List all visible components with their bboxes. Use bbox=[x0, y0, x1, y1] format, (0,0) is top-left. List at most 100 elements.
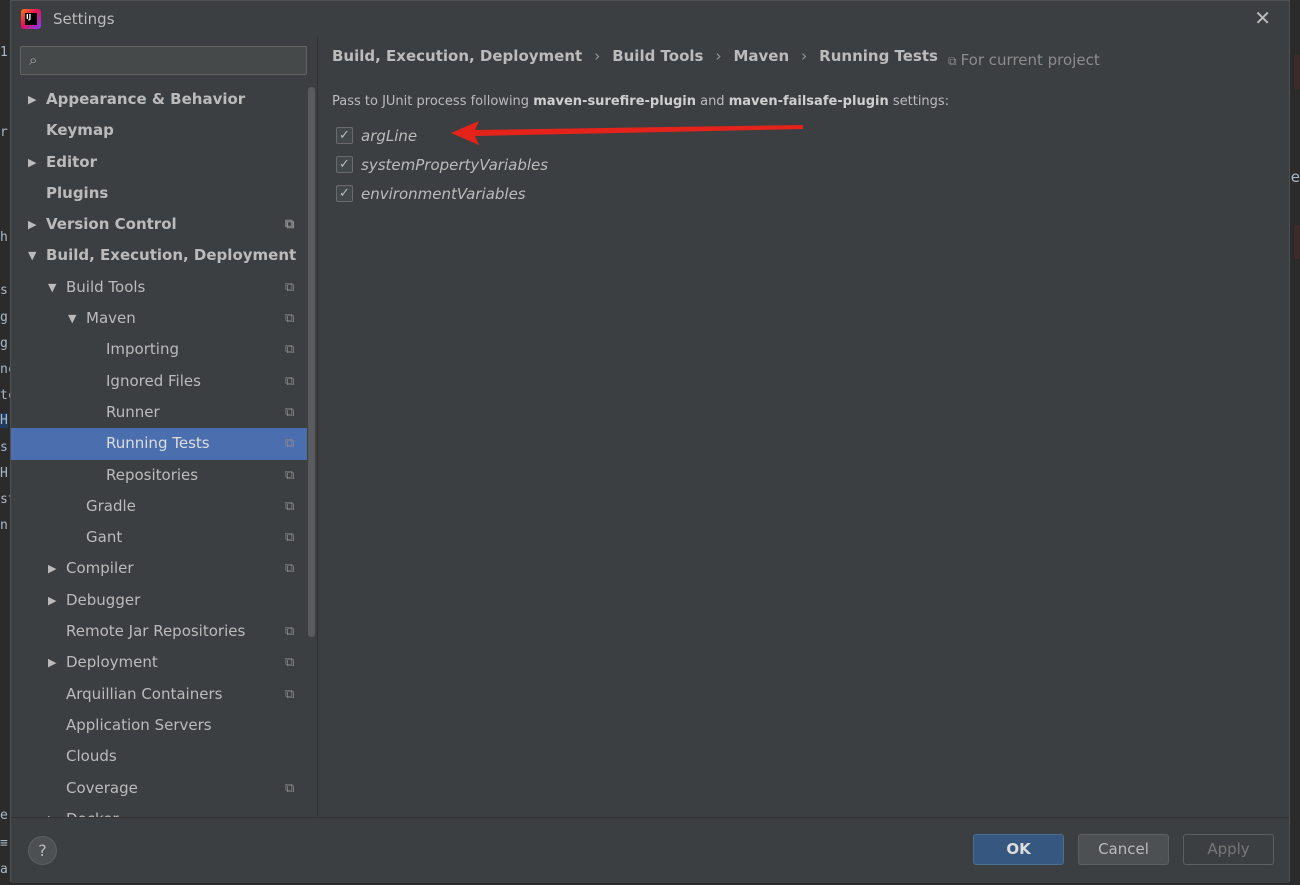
sidebar-item-editor[interactable]: ▶ Editor bbox=[11, 147, 307, 178]
bg-fragment: H bbox=[0, 413, 8, 428]
sidebar-item-label: Application Servers bbox=[66, 715, 212, 734]
project-scope-icon: ⧉ bbox=[285, 436, 295, 452]
expand-down-arrow-icon[interactable]: ▼ bbox=[28, 240, 36, 271]
breadcrumb-separator-icon: › bbox=[801, 47, 808, 65]
sidebar-item-label: Runner bbox=[106, 402, 160, 421]
background-ide-right: e bbox=[1290, 0, 1300, 885]
bg-fragment: 1 bbox=[0, 45, 8, 60]
sidebar-item-label: Running Tests bbox=[106, 434, 210, 453]
search-box[interactable]: ⌕ bbox=[20, 46, 307, 75]
sidebar-item-label: Debugger bbox=[66, 590, 141, 609]
sidebar-scrollbar-thumb[interactable] bbox=[308, 87, 315, 637]
expand-right-arrow-icon[interactable]: ▶ bbox=[48, 585, 56, 616]
bg-fragment: e bbox=[0, 808, 8, 823]
bg-fragment: h bbox=[0, 230, 8, 245]
sidebar-item-keymap[interactable]: Keymap bbox=[11, 115, 307, 146]
sidebar-item-gant[interactable]: Gant ⧉ bbox=[11, 522, 307, 553]
sidebar-item-label: Clouds bbox=[66, 747, 117, 766]
settings-sidebar: ⌕ ▶ Appearance & Behavior Keymap ▶ Editor Plu… bbox=[11, 37, 317, 817]
project-scope-icon: ⧉ bbox=[285, 467, 295, 483]
project-scope-icon: ⧉ bbox=[285, 404, 295, 420]
sidebar-item-ignored-files[interactable]: Ignored Files ⧉ bbox=[11, 366, 307, 397]
sidebar-item-label: Build, Execution, Deployment bbox=[46, 246, 297, 265]
project-scope-icon: ⧉ bbox=[285, 780, 295, 796]
sidebar-item-clouds[interactable]: Clouds bbox=[11, 741, 307, 772]
cancel-button[interactable]: Cancel bbox=[1078, 834, 1169, 865]
sidebar-item-build-execution-deployment[interactable]: ▼ Build, Execution, Deployment bbox=[11, 240, 307, 271]
expand-right-arrow-icon[interactable]: ▶ bbox=[28, 84, 36, 115]
sidebar-item-label: Compiler bbox=[66, 559, 134, 578]
sidebar-item-importing[interactable]: Importing ⧉ bbox=[11, 334, 307, 365]
breadcrumb-item[interactable]: Maven bbox=[733, 47, 789, 65]
project-scope-icon: ⧉ bbox=[285, 686, 295, 702]
bg-fragment: a bbox=[0, 862, 8, 877]
breadcrumb: Build, Execution, Deployment › Build Tools… bbox=[332, 47, 938, 65]
sidebar-item-label: Plugins bbox=[46, 183, 109, 202]
system-property-variables-checkbox[interactable] bbox=[336, 154, 353, 176]
close-button[interactable]: ✕ bbox=[1254, 7, 1271, 29]
expand-right-arrow-icon[interactable]: ▶ bbox=[28, 147, 36, 178]
system-property-variables-label: systemPropertyVariables bbox=[361, 155, 549, 174]
search-icon: ⌕ bbox=[29, 51, 38, 69]
sidebar-item-label: Repositories bbox=[106, 465, 199, 484]
sidebar-item-version-control[interactable]: ▶ Version Control ⧉ bbox=[11, 209, 307, 240]
expand-right-arrow-icon[interactable]: ▶ bbox=[48, 804, 56, 817]
search-input[interactable] bbox=[51, 50, 301, 71]
annotation-arrow-icon bbox=[451, 121, 803, 145]
sidebar-item-running-tests[interactable]: Running Tests ⧉ bbox=[11, 428, 307, 460]
expand-right-arrow-icon[interactable]: ▶ bbox=[48, 647, 56, 678]
description-text: Pass to JUnit process following maven-su… bbox=[332, 94, 950, 109]
project-scope-icon: ⧉ bbox=[285, 498, 295, 514]
environment-variables-checkbox[interactable] bbox=[336, 183, 353, 205]
sidebar-item-compiler[interactable]: ▶ Compiler ⧉ bbox=[11, 553, 307, 584]
argline-checkbox[interactable] bbox=[336, 125, 353, 147]
sidebar-item-label: Deployment bbox=[66, 653, 158, 672]
bg-fragment: g bbox=[0, 336, 8, 351]
sidebar-item-remote-jar-repositories[interactable]: Remote Jar Repositories ⧉ bbox=[11, 616, 307, 647]
sidebar-item-arquillian-containers[interactable]: Arquillian Containers ⧉ bbox=[11, 679, 307, 710]
sidebar-item-gradle[interactable]: Gradle ⧉ bbox=[11, 491, 307, 522]
option-environment-variables[interactable]: environmentVariables bbox=[336, 182, 526, 205]
sidebar-item-label: Appearance & Behavior bbox=[46, 90, 246, 108]
breadcrumb-item[interactable]: Build Tools bbox=[612, 47, 703, 65]
bg-fragment: e bbox=[1290, 168, 1300, 186]
option-argline[interactable]: argLine bbox=[336, 124, 418, 147]
title-bar: IJ Settings ✕ bbox=[11, 1, 1289, 37]
project-scope-icon: ⧉ bbox=[285, 373, 295, 389]
project-scope-icon: ⧉ bbox=[285, 561, 295, 577]
bg-fragment: s bbox=[0, 440, 8, 455]
sidebar-item-appearance-behavior[interactable]: ▶ Appearance & Behavior bbox=[11, 84, 307, 115]
bg-fragment: s bbox=[0, 283, 8, 298]
sidebar-item-deployment[interactable]: ▶ Deployment ⧉ bbox=[11, 647, 307, 678]
expand-right-arrow-icon[interactable]: ▶ bbox=[48, 553, 56, 584]
project-scope-icon: ⧉ bbox=[285, 311, 295, 327]
sidebar-item-debugger[interactable]: ▶ Debugger bbox=[11, 585, 307, 616]
breadcrumb-item[interactable]: Build, Execution, Deployment bbox=[332, 47, 582, 65]
sidebar-item-label: Editor bbox=[46, 152, 97, 171]
argline-label: argLine bbox=[361, 126, 418, 145]
sidebar-item-label: Ignored Files bbox=[106, 371, 201, 390]
sidebar-item-label: Keymap bbox=[46, 121, 114, 140]
expand-down-arrow-icon[interactable]: ▼ bbox=[68, 303, 76, 334]
settings-tree: ▶ Appearance & Behavior Keymap ▶ Editor Plugi… bbox=[11, 84, 307, 817]
bg-fragment: n bbox=[0, 518, 8, 533]
option-system-property-variables[interactable]: systemPropertyVariables bbox=[336, 153, 549, 176]
breadcrumb-item[interactable]: Running Tests bbox=[819, 47, 938, 65]
sidebar-item-docker[interactable]: ▶ Docker bbox=[11, 804, 307, 817]
help-button[interactable]: ? bbox=[28, 836, 57, 865]
project-scope-icon: ⧉ bbox=[948, 54, 957, 68]
ok-button[interactable]: OK bbox=[973, 834, 1064, 865]
apply-button[interactable]: Apply bbox=[1183, 834, 1274, 865]
sidebar-item-plugins[interactable]: Plugins bbox=[11, 178, 307, 209]
sidebar-item-repositories[interactable]: Repositories ⧉ bbox=[11, 460, 307, 491]
sidebar-item-maven[interactable]: ▼ Maven ⧉ bbox=[11, 303, 307, 334]
intellij-app-icon: IJ bbox=[21, 9, 41, 29]
expand-down-arrow-icon[interactable]: ▼ bbox=[48, 272, 56, 303]
sidebar-item-label: Remote Jar Repositories bbox=[66, 622, 246, 641]
sidebar-item-coverage[interactable]: Coverage ⧉ bbox=[11, 773, 307, 804]
sidebar-item-build-tools[interactable]: ▼ Build Tools ⧉ bbox=[11, 272, 307, 303]
expand-right-arrow-icon[interactable]: ▶ bbox=[28, 209, 36, 240]
scope-label: For current project bbox=[960, 51, 1100, 69]
sidebar-item-runner[interactable]: Runner ⧉ bbox=[11, 397, 307, 428]
sidebar-item-application-servers[interactable]: Application Servers bbox=[11, 710, 307, 741]
